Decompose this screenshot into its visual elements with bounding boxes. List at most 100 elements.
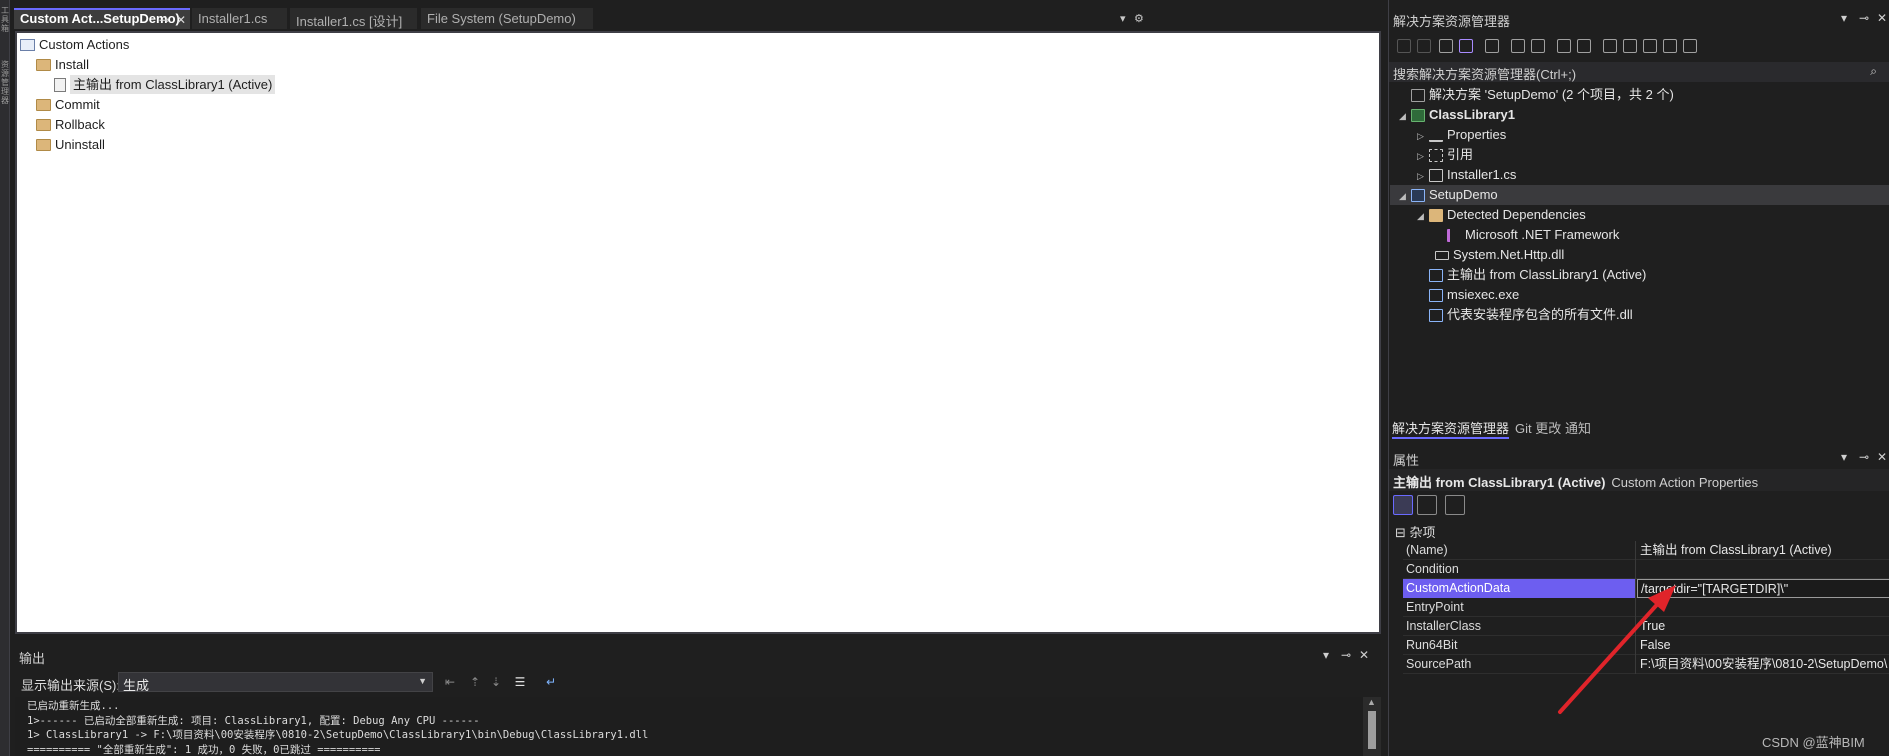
output-title: 输出 (19, 651, 46, 666)
pin-icon[interactable]: ⊸ (1859, 11, 1869, 25)
output-icon (1429, 269, 1443, 283)
category-misc[interactable]: ⊟ 杂项 (1395, 522, 1436, 541)
collapsed-arrow-icon[interactable]: ▷ (1417, 126, 1429, 146)
tree-item-commit[interactable]: Commit (36, 94, 100, 113)
preview-icon[interactable] (1577, 39, 1591, 53)
server-explorer-tab[interactable]: 资源管理器 (0, 60, 10, 105)
close-icon[interactable]: ✕ (176, 13, 186, 27)
setup-project-icon (1411, 189, 1425, 203)
categorized-icon[interactable] (1393, 495, 1413, 515)
tab-installer-design[interactable]: Installer1.cs [设计] (290, 8, 417, 29)
output-line: 已启动重新生成... (27, 700, 120, 712)
properties-object-selector[interactable]: 主输出 from ClassLibrary1 (Active) Custom Ac… (1389, 469, 1889, 491)
tree-item-properties[interactable]: ▷ Properties (1417, 125, 1506, 145)
dropdown-icon[interactable]: ▾ (1841, 450, 1847, 464)
tab-custom-actions[interactable]: Custom Act...SetupDemo) ⊸ ✕ (14, 8, 190, 29)
property-row[interactable]: EntryPoint (1403, 598, 1889, 617)
tab-file-system[interactable]: File System (SetupDemo) (421, 8, 593, 29)
word-wrap-icon[interactable]: ↵ (544, 676, 558, 688)
gear-icon[interactable]: ⚙ (1134, 12, 1144, 25)
tree-project-setupdemo[interactable]: ◢ SetupDemo (1390, 185, 1889, 205)
properties-wrench-icon[interactable] (1557, 39, 1571, 53)
output-header: 输出 ▾ ⊸ ✕ (15, 645, 1381, 667)
collapsed-arrow-icon[interactable]: ▷ (1417, 166, 1429, 186)
properties-panel: 属性 ▾ ⊸ ✕ 主输出 from ClassLibrary1 (Active)… (1388, 446, 1889, 756)
property-row-selected[interactable]: CustomActionData/targetdir="[TARGETDIR]\… (1403, 579, 1889, 598)
tree-root-custom-actions[interactable]: Custom Actions (20, 34, 129, 53)
prev-message-icon[interactable]: ⇡ (468, 676, 482, 688)
next-message-icon[interactable]: ⇣ (489, 676, 503, 688)
file-system-editor-icon[interactable] (1603, 39, 1617, 53)
custom-action-data-input[interactable]: /targetdir="[TARGETDIR]\" (1637, 579, 1889, 598)
tab-git-changes[interactable]: Git 更改 (1515, 418, 1561, 437)
csharp-project-icon (1411, 109, 1425, 123)
tree-folder-detected-dependencies[interactable]: ◢ Detected Dependencies (1417, 205, 1586, 225)
file-icon (1429, 309, 1443, 323)
user-interface-editor-icon[interactable] (1663, 39, 1677, 53)
expanded-arrow-icon[interactable]: ◢ (1399, 106, 1411, 126)
scroll-up-icon[interactable]: ▲ (1367, 697, 1376, 707)
forward-icon[interactable] (1417, 39, 1431, 53)
watermark: CSDN @蓝神BIM (1762, 735, 1865, 750)
search-icon[interactable]: ⌕ (1870, 64, 1877, 79)
output-line: ========== "全部重新生成": 1 成功，0 失败，0已跳过 ====… (27, 743, 381, 756)
property-row[interactable]: SourcePath F:\项目资料\00安装程序\0810-2\SetupDem… (1403, 655, 1889, 674)
custom-actions-designer: Custom Actions Install 主输出 from ClassLib… (15, 31, 1381, 634)
close-icon[interactable]: ✕ (1877, 450, 1887, 464)
tree-item-primary-output[interactable]: 主输出 from ClassLibrary1 (Active) (1417, 265, 1646, 285)
property-row[interactable]: Run64Bit False (1403, 636, 1889, 655)
dropdown-icon[interactable]: ▾ (1323, 648, 1329, 662)
tab-notifications[interactable]: 通知 (1565, 418, 1591, 437)
output-source-select[interactable]: 生成 ▼ (118, 672, 433, 693)
computer-icon (20, 38, 35, 51)
find-message-icon[interactable]: ⇤ (443, 676, 457, 688)
solution-search-input[interactable]: 搜索解决方案资源管理器(Ctrl+;) ⌕ (1389, 62, 1889, 82)
pending-changes-icon[interactable] (1485, 39, 1499, 53)
clear-all-icon[interactable]: ☰ (513, 676, 527, 688)
tree-project-classlibrary1[interactable]: ◢ ClassLibrary1 (1399, 105, 1515, 125)
property-row[interactable]: (Name) 主输出 from ClassLibrary1 (Active) (1403, 541, 1889, 560)
close-icon[interactable]: ✕ (1359, 648, 1369, 662)
tree-item-rollback[interactable]: Rollback (36, 114, 105, 133)
output-scrollbar[interactable]: ▲ (1363, 697, 1381, 756)
tab-solution-explorer[interactable]: 解决方案资源管理器 (1392, 418, 1510, 439)
solution-icon (1411, 89, 1425, 103)
tab-dropdown-icon[interactable]: ▾ (1120, 12, 1126, 25)
property-pages-icon[interactable] (1445, 495, 1465, 515)
switch-views-icon[interactable] (1459, 39, 1473, 53)
tree-item-references[interactable]: ▷ 引用 (1417, 145, 1473, 165)
expanded-arrow-icon[interactable]: ◢ (1399, 186, 1411, 206)
collapsed-arrow-icon[interactable]: ▷ (1417, 146, 1429, 166)
property-row[interactable]: InstallerClass True (1403, 617, 1889, 636)
tree-item-netfw[interactable]: Microsoft .NET Framework (1435, 225, 1619, 245)
toolbox-tab[interactable]: 工具箱 (0, 6, 10, 33)
chevron-down-icon: ▼ (418, 676, 427, 686)
file-types-editor-icon[interactable] (1643, 39, 1657, 53)
tree-solution[interactable]: 解决方案 'SetupDemo' (2 个项目，共 2 个) (1399, 85, 1674, 105)
close-icon[interactable]: ✕ (1877, 11, 1887, 25)
tree-item-primary-output[interactable]: 主输出 from ClassLibrary1 (Active) (54, 74, 276, 95)
tab-label: Custom Act...SetupDemo) (20, 11, 180, 26)
tree-item-all-files-dll[interactable]: 代表安装程序包含的所有文件.dll (1417, 305, 1633, 325)
alphabetical-icon[interactable] (1417, 495, 1437, 515)
back-icon[interactable] (1397, 39, 1411, 53)
pin-icon[interactable]: ⊸ (1859, 450, 1869, 464)
custom-actions-editor-icon[interactable] (1683, 39, 1697, 53)
tab-installer-cs[interactable]: Installer1.cs (192, 8, 287, 29)
folder-open-icon (1429, 209, 1443, 223)
tree-item-msiexec[interactable]: msiexec.exe (1417, 285, 1519, 305)
tree-item-installer-cs[interactable]: ▷ Installer1.cs (1417, 165, 1516, 185)
dropdown-icon[interactable]: ▾ (1841, 11, 1847, 25)
collapse-all-icon[interactable] (1531, 39, 1545, 53)
tree-item-uninstall[interactable]: Uninstall (36, 134, 105, 153)
expanded-arrow-icon[interactable]: ◢ (1417, 206, 1429, 226)
tree-item-http-dll[interactable]: System.Net.Http.dll (1423, 245, 1564, 265)
home-icon[interactable] (1439, 39, 1453, 53)
scroll-thumb[interactable] (1368, 711, 1376, 749)
registry-editor-icon[interactable] (1623, 39, 1637, 53)
pin-icon[interactable]: ⊸ (1341, 648, 1351, 662)
tree-item-install[interactable]: Install (36, 54, 89, 73)
pin-icon[interactable]: ⊸ (159, 13, 169, 27)
property-row[interactable]: Condition (1403, 560, 1889, 579)
sync-icon[interactable] (1511, 39, 1525, 53)
